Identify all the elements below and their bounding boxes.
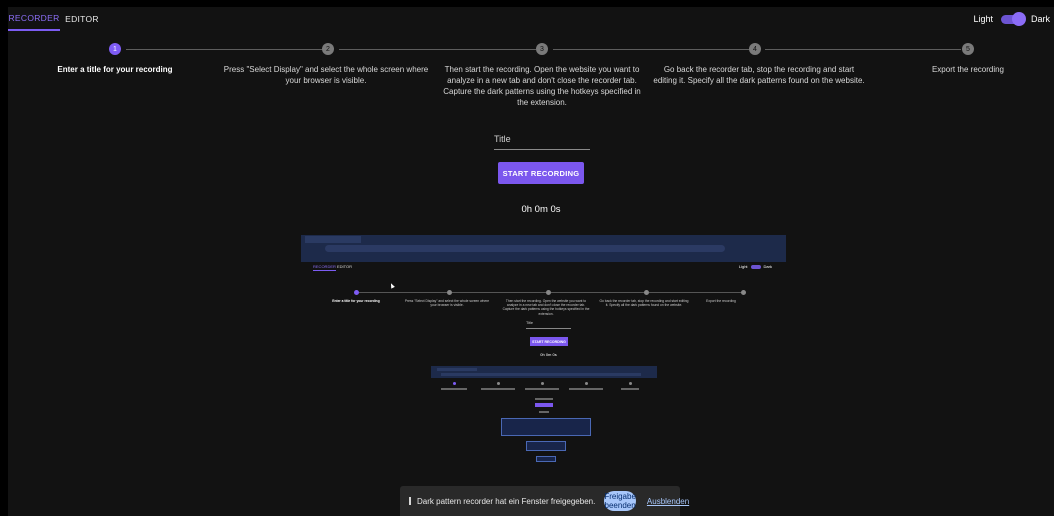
step-connector [553, 48, 749, 50]
nested-tab [437, 368, 477, 371]
pause-icon [409, 497, 411, 505]
captured-step-circle [546, 290, 551, 295]
captured-step-circle [741, 290, 746, 295]
step-3-circle: 3 [536, 43, 548, 55]
captured-step-connector [452, 292, 546, 293]
tab-recorder[interactable]: RECORDER [8, 7, 60, 31]
captured-tab-recorder: RECORDER [313, 264, 336, 271]
captured-step-circle [447, 290, 452, 295]
theme-switch[interactable] [1000, 12, 1026, 26]
step-connector [339, 48, 536, 50]
screen-share-bar: Dark pattern recorder hat ein Fenster fr… [400, 486, 689, 516]
share-message: Dark pattern recorder hat ein Fenster fr… [417, 496, 596, 506]
captured-theme-toggle: Light Dark [739, 264, 772, 269]
step-4-label: Go back the recorder tab, stop the recor… [653, 65, 865, 85]
nested-title [535, 398, 553, 400]
step-3-label: Then start the recording. Open the websi… [443, 65, 641, 107]
nested-timer [539, 411, 549, 413]
nested-step-dot [629, 382, 632, 385]
captured-tab-strip [301, 235, 786, 244]
hide-link[interactable]: Ausblenden [647, 497, 689, 506]
captured-title-field: Title [526, 321, 571, 329]
captured-timer: 0h 0m 0s [540, 352, 557, 357]
nested-step-text [481, 388, 515, 390]
captured-step-label: Press "Select Display" and select the wh… [404, 299, 490, 308]
nested-step-text [441, 388, 467, 390]
top-nav: RECORDER EDITOR Light Dark [8, 7, 1054, 31]
step-2-circle: 2 [322, 43, 334, 55]
tab-editor[interactable]: EDITOR [60, 7, 104, 31]
theme-toggle-group: Light Dark [973, 7, 1050, 31]
screen-capture-preview: RECORDER EDITOR Light Dark Enter a title… [301, 235, 786, 479]
captured-recorder-app: RECORDER EDITOR Light Dark Enter a title… [301, 262, 786, 479]
switch-knob [1011, 12, 1026, 26]
captured-step-circle [354, 290, 359, 295]
captured-tab-editor: EDITOR [337, 264, 353, 269]
captured-step-connector [359, 292, 447, 293]
step-4-circle: 4 [749, 43, 761, 55]
title-field [494, 128, 590, 150]
light-label: Light [973, 14, 993, 24]
title-input[interactable] [494, 128, 590, 149]
nested-step-text [621, 388, 639, 390]
captured-step-connector [551, 292, 644, 293]
captured-light-label: Light [738, 264, 748, 269]
nested-preview-frame [526, 441, 566, 451]
captured-browser-chrome [301, 235, 786, 262]
nested-step-dot [497, 382, 500, 385]
step-1-circle: 1 [109, 43, 121, 55]
captured-step-connector [649, 292, 741, 293]
nested-step-dot [541, 382, 544, 385]
step-1-label: Enter a title for your recording [57, 65, 173, 74]
captured-address-bar [325, 245, 725, 252]
nested-button [535, 403, 553, 407]
step-2-label: Press "Select Display" and select the wh… [223, 65, 429, 85]
captured-tab [305, 236, 361, 243]
recorder-app: RECORDER EDITOR Light Dark 1 2 3 4 5 Ent… [8, 7, 1054, 516]
start-recording-button[interactable]: START RECORDING [498, 162, 584, 184]
nested-step-dot [585, 382, 588, 385]
step-5-circle: 5 [962, 43, 974, 55]
captured-step-label: Enter a title for your recording [332, 299, 380, 303]
dark-label: Dark [1030, 14, 1050, 24]
step-connector [126, 48, 322, 50]
nested-capture-preview [431, 366, 657, 476]
recording-timer: 0h 0m 0s [521, 204, 561, 215]
captured-step-circle [644, 290, 649, 295]
captured-start-button: START RECORDING [530, 337, 568, 346]
nested-step-text [569, 388, 603, 390]
captured-step-label: Then start the recording. Open the websi… [502, 299, 590, 316]
nested-step-dot [453, 382, 456, 385]
nested-address-bar [441, 373, 641, 376]
captured-top-nav: RECORDER EDITOR Light Dark [301, 262, 786, 272]
step-connector [765, 48, 961, 50]
nested-step-text [525, 388, 559, 390]
captured-step-label: Export the recording [706, 299, 736, 303]
nested-preview-frame [536, 456, 556, 462]
nested-preview-frame [501, 418, 591, 436]
captured-step-label: Go back the recorder tab, stop the recor… [599, 299, 689, 308]
captured-dark-label: Dark [763, 264, 772, 269]
stop-sharing-button[interactable]: Freigabe beenden [604, 491, 636, 511]
captured-switch [750, 264, 761, 269]
captured-bookmarks-bar [305, 254, 785, 260]
stepper: 1 2 3 4 5 Enter a title for your recordi… [8, 43, 1054, 107]
step-5-label: Export the recording [931, 65, 1005, 74]
